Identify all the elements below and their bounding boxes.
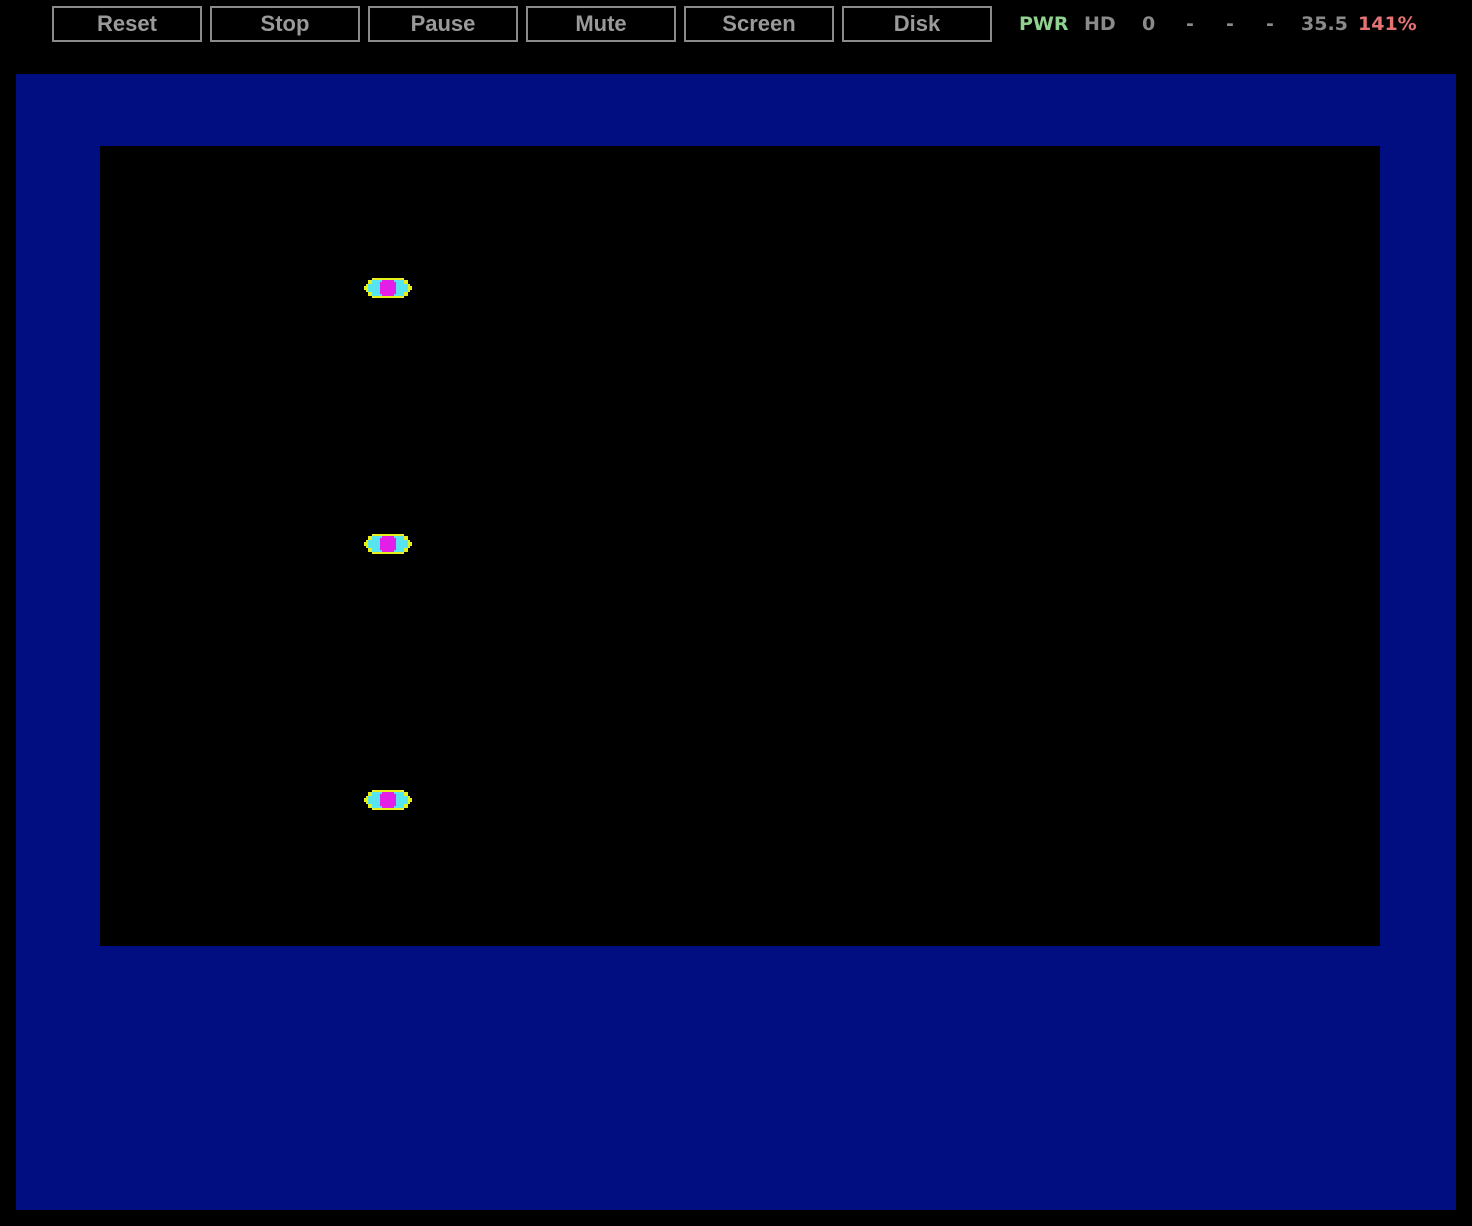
power-indicator: PWR: [1019, 13, 1069, 35]
speed-readout: 35.5: [1301, 13, 1348, 35]
reset-button[interactable]: Reset: [52, 6, 202, 42]
game-screen[interactable]: [100, 146, 1380, 946]
emulator-border: [16, 74, 1456, 1210]
drive-3-indicator: -: [1266, 13, 1274, 35]
ship-sprite-2: [364, 534, 412, 554]
disk-button[interactable]: Disk: [842, 6, 992, 42]
pause-button[interactable]: Pause: [368, 6, 518, 42]
ship-sprite-3: [364, 790, 412, 810]
stop-button[interactable]: Stop: [210, 6, 360, 42]
mute-button[interactable]: Mute: [526, 6, 676, 42]
speed-percent-readout: 141%: [1358, 13, 1417, 35]
drive-0-indicator: 0: [1142, 13, 1156, 35]
screen-button[interactable]: Screen: [684, 6, 834, 42]
hd-indicator: HD: [1084, 13, 1116, 35]
drive-2-indicator: -: [1226, 13, 1234, 35]
emulator-toolbar: Reset Stop Pause Mute Screen Disk PWR HD…: [0, 0, 1472, 48]
ship-sprite-1: [364, 278, 412, 298]
drive-1-indicator: -: [1186, 13, 1194, 35]
